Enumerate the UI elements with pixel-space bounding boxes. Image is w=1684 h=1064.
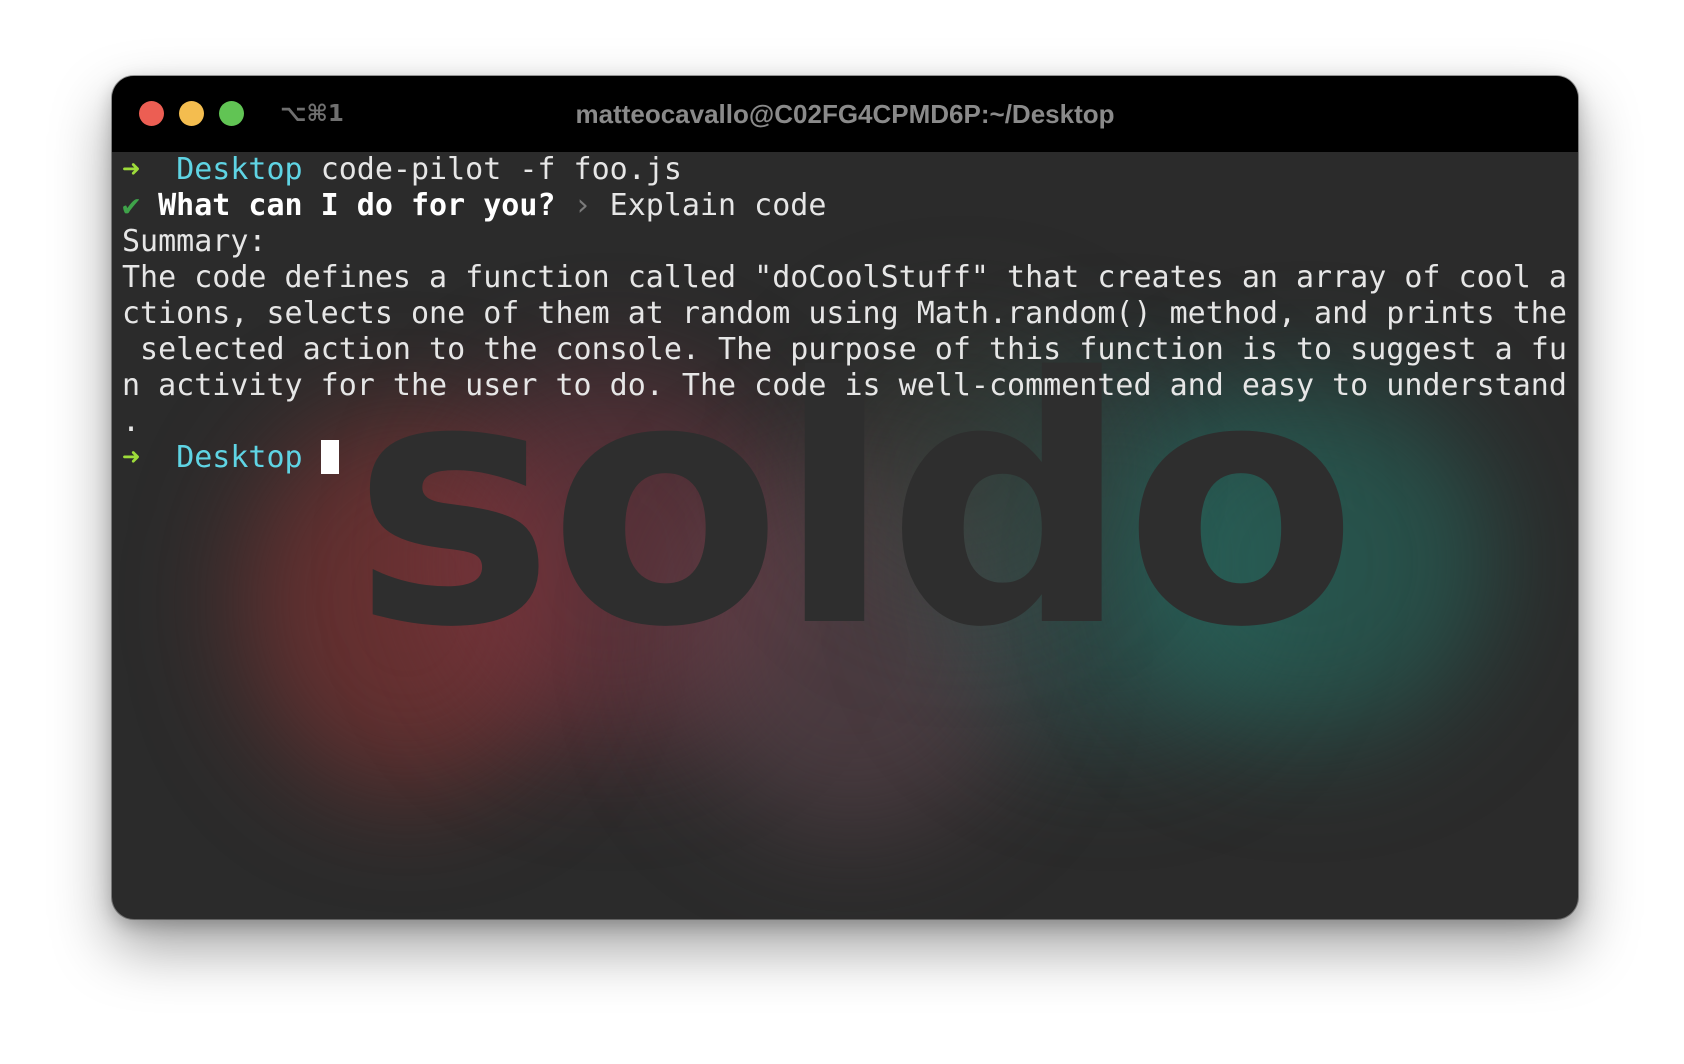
title-bar[interactable]: ⌥⌘1 matteocavallo@C02FG4CPMD6P:~/Desktop (112, 76, 1578, 152)
command-line: ➜ Desktop code-pilot -f foo.js (122, 152, 1570, 188)
terminal-window: ⌥⌘1 matteocavallo@C02FG4CPMD6P:~/Desktop… (112, 76, 1578, 919)
prompt-line[interactable]: ➜ Desktop (122, 440, 1570, 476)
window-title: matteocavallo@C02FG4CPMD6P:~/Desktop (575, 99, 1115, 129)
summary-line: n activity for the user to do. The code … (122, 368, 1567, 403)
question-line: ✔ What can I do for you? › Explain code (122, 188, 1570, 224)
summary-label: Summary: (122, 224, 267, 259)
summary-line: ctions, selects one of them at random us… (122, 296, 1567, 331)
check-icon: ✔ (122, 188, 141, 223)
prompt-arrow-icon: ➜ (122, 152, 141, 187)
question-text: What can I do for you? (158, 188, 556, 223)
prompt-arrow-icon: ➜ (122, 440, 141, 475)
chevron-right-icon: › (573, 188, 592, 223)
answer-text: Explain code (609, 188, 827, 223)
summary-line: . (122, 404, 141, 439)
text-cursor (320, 440, 339, 474)
terminal-content[interactable]: soldo ➜ Desktop code-pilot -f foo.js ✔ W… (112, 152, 1578, 919)
prompt-directory: Desktop (176, 152, 303, 187)
summary-line: selected action to the console. The purp… (122, 332, 1567, 367)
terminal-output[interactable]: ➜ Desktop code-pilot -f foo.js ✔ What ca… (122, 152, 1570, 476)
command-text: code-pilot -f foo.js (320, 152, 682, 187)
prompt-directory: Desktop (176, 440, 303, 475)
summary-line: The code defines a function called "doCo… (122, 260, 1567, 295)
